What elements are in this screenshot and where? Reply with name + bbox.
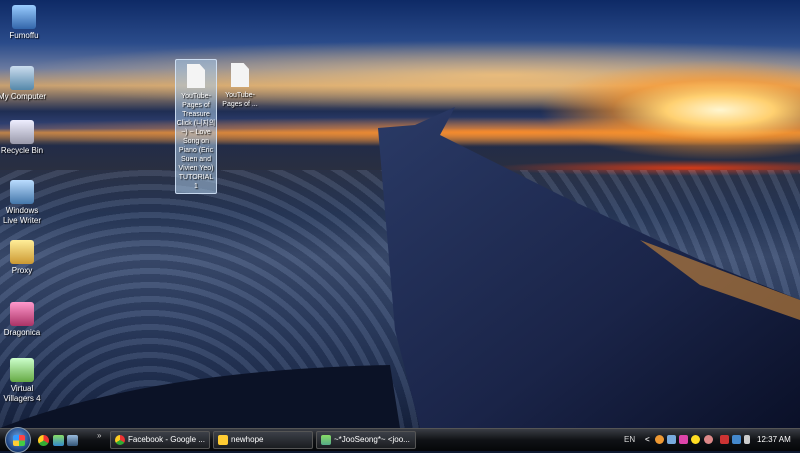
messenger-icon: [321, 435, 331, 445]
network-icon[interactable]: [732, 435, 741, 444]
live-writer-icon: [10, 180, 34, 204]
desktop-icon-windows-live-writer[interactable]: Windows Live Writer: [0, 180, 46, 226]
desktop-file-youtube-1[interactable]: YouTube- Pages of Treasure Click (니지의~) …: [175, 59, 217, 194]
tray-expand-button[interactable]: <: [645, 429, 650, 452]
chrome-quicklaunch-icon[interactable]: [38, 435, 49, 446]
tray-app-icon[interactable]: [667, 435, 676, 444]
clock[interactable]: 12:37 AM: [757, 429, 791, 452]
wallpaper-airplane-wing: [0, 107, 800, 428]
start-button[interactable]: [5, 427, 31, 453]
folder-icon: [10, 240, 34, 264]
desktop-file-youtube-2[interactable]: YouTube- Pages of ...: [219, 59, 261, 109]
show-desktop-icon[interactable]: [67, 435, 78, 446]
users-icon: [12, 5, 36, 29]
language-indicator[interactable]: EN: [624, 429, 635, 452]
volume-icon[interactable]: [744, 435, 750, 444]
taskbar: » Facebook - Google ... newhope ~*JooSeo…: [0, 427, 800, 453]
messenger-quicklaunch-icon[interactable]: [53, 435, 64, 446]
battery-icon[interactable]: [720, 435, 729, 444]
document-icon: [231, 63, 249, 87]
game-icon: [10, 302, 34, 326]
document-icon: [187, 64, 205, 88]
desktop-icon-my-computer[interactable]: My Computer: [0, 66, 46, 102]
quicklaunch-overflow[interactable]: »: [97, 431, 101, 440]
windows-logo-icon: [13, 435, 25, 446]
desktop[interactable]: Fumoffu My Computer Recycle Bin Windows …: [0, 0, 800, 428]
desktop-icon-proxy[interactable]: Proxy: [0, 240, 46, 276]
desktop-icon-fumoffu[interactable]: Fumoffu: [0, 5, 48, 41]
tray-app-icon[interactable]: [691, 435, 700, 444]
desktop-icon-recycle-bin[interactable]: Recycle Bin: [0, 120, 46, 156]
task-facebook-chrome[interactable]: Facebook - Google ...: [110, 431, 210, 449]
game-icon: [10, 358, 34, 382]
desktop-icon-virtual-villagers-4[interactable]: Virtual Villagers 4: [0, 358, 46, 404]
tray-app-icon[interactable]: [679, 435, 688, 444]
folder-icon: [218, 435, 228, 445]
recycle-bin-icon: [10, 120, 34, 144]
task-newhope-folder[interactable]: newhope: [213, 431, 313, 449]
chrome-icon: [115, 435, 125, 445]
computer-icon: [10, 66, 34, 90]
tray-app-icon[interactable]: [704, 435, 713, 444]
desktop-icon-dragonica[interactable]: Dragonica: [0, 302, 46, 338]
tray-app-icon[interactable]: [655, 435, 664, 444]
task-messenger-chat[interactable]: ~*JooSeong*~ <joo...: [316, 431, 416, 449]
